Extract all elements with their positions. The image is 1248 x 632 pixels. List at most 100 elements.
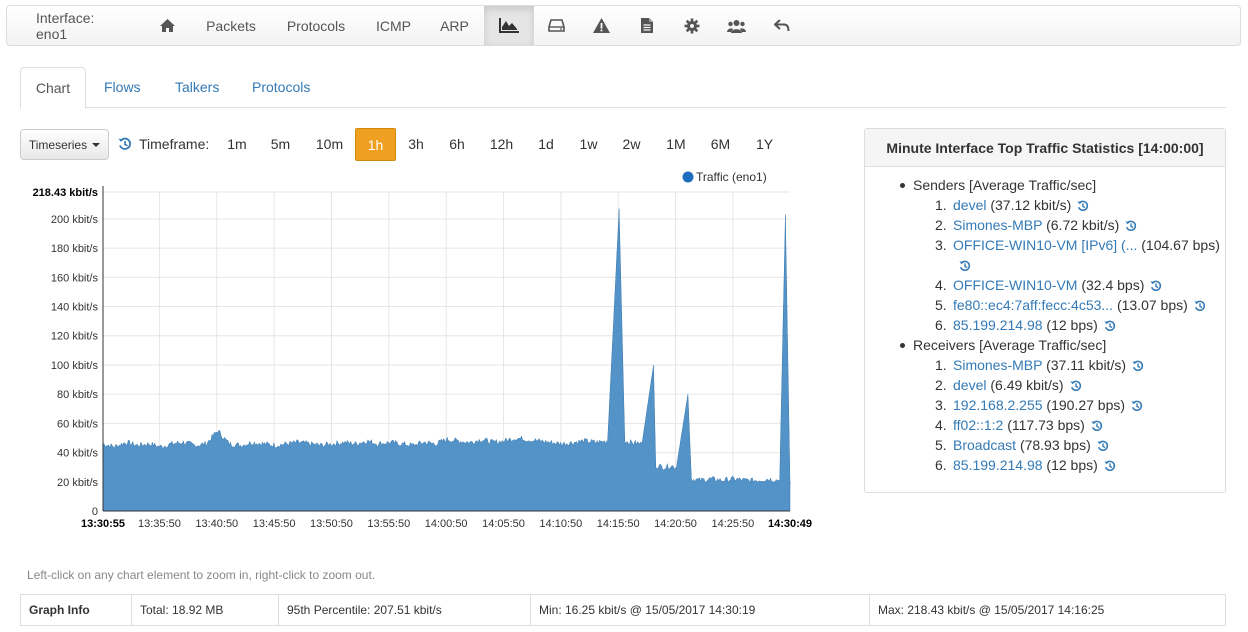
timeframe-5m[interactable]: 5m — [260, 128, 301, 161]
traffic-value: (32.4 bps) — [1081, 277, 1145, 293]
y-tick-label: 120 kbit/s — [51, 331, 99, 343]
history-icon[interactable] — [1125, 220, 1137, 232]
timeframe-6h[interactable]: 6h — [438, 128, 476, 161]
timeframe-12h[interactable]: 12h — [480, 128, 523, 161]
timeframe-1m[interactable]: 1m — [217, 128, 257, 161]
zoom-hint: Left-click on any chart element to zoom … — [27, 568, 376, 582]
nav-icmp[interactable]: ICMP — [362, 6, 425, 45]
history-icon[interactable] — [1069, 380, 1082, 392]
graph-info-max: Max: 218.43 kbit/s @ 15/05/2017 14:16:25 — [878, 603, 1105, 617]
nav-packets[interactable]: Packets — [192, 6, 270, 45]
host-link[interactable]: Simones-MBP — [953, 217, 1042, 233]
traffic-value: (190.27 bps) — [1046, 397, 1126, 413]
host-link[interactable]: 85.199.214.98 — [953, 457, 1043, 473]
history-icon[interactable] — [959, 260, 971, 272]
nav-reports[interactable] — [624, 6, 669, 45]
timeframe-1h[interactable]: 1h — [355, 128, 396, 161]
nav-alerts[interactable] — [579, 6, 624, 45]
host-link[interactable]: Broadcast — [953, 437, 1016, 453]
x-tick-label: 14:05:50 — [482, 518, 525, 530]
receiver-item: 3. 192.168.2.255 (190.27 bps) — [865, 395, 1225, 415]
senders-title: Senders [Average Traffic/sec] — [865, 175, 1225, 195]
host-link[interactable]: devel — [953, 377, 986, 393]
receivers-list: 1. Simones-MBP (37.11 kbit/s) 2. devel (6.4… — [865, 355, 1225, 475]
traffic-chart-svg[interactable]: 0 20 kbit/s 40 kbit/s 60 kbit/s 80 kbit/s 100… — [18, 168, 818, 538]
sender-item: 2. Simones-MBP (6.72 kbit/s) — [865, 215, 1225, 235]
timeseries-label: Timeseries — [28, 137, 88, 152]
rank-number: 4. — [935, 417, 947, 433]
interface-label[interactable]: Interface: eno1 — [7, 6, 142, 45]
nav-arp[interactable]: ARP — [425, 6, 484, 45]
history-icon[interactable] — [1131, 400, 1143, 412]
tab-flows[interactable]: Flows — [88, 67, 157, 108]
host-link[interactable]: 192.168.2.255 — [953, 397, 1043, 413]
senders-list: 1. devel (37.12 kbit/s) 2. Simones-MBP (6.7… — [865, 195, 1225, 335]
sender-item: 3. OFFICE-WIN10-VM [IPv6] (... (104.67 bp… — [865, 235, 1220, 275]
legend-swatch — [682, 171, 694, 183]
history-icon[interactable] — [1077, 200, 1089, 212]
top-traffic-stats-panel: Minute Interface Top Traffic Statistics … — [864, 128, 1226, 493]
document-icon — [640, 18, 653, 33]
timeframe-10m[interactable]: 10m — [307, 128, 352, 161]
history-icon[interactable] — [1150, 280, 1162, 292]
x-tick-label: 13:50:50 — [310, 518, 353, 530]
nav-disk[interactable] — [534, 6, 579, 45]
rank-number: 6. — [935, 457, 947, 473]
history-icon[interactable] — [1132, 360, 1144, 372]
traffic-value: (78.93 bps) — [1019, 437, 1091, 453]
view-tabs: Chart Flows Talkers Protocols — [20, 67, 1226, 109]
top-navbar: Interface: eno1 Packets Protocols ICMP A… — [6, 5, 1241, 46]
timeframe-1d[interactable]: 1d — [527, 128, 565, 161]
y-tick-label: 180 kbit/s — [51, 243, 99, 255]
y-tick-label: 218.43 kbit/s — [33, 187, 98, 199]
rank-number: 5. — [935, 297, 947, 313]
nav-home[interactable] — [142, 6, 192, 45]
tab-protocols[interactable]: Protocols — [236, 67, 326, 108]
history-icon[interactable] — [1104, 460, 1116, 472]
host-link[interactable]: OFFICE-WIN10-VM [IPv6] (... — [953, 237, 1137, 253]
legend-label[interactable]: Traffic (eno1) — [696, 170, 767, 184]
sender-item: 1. devel (37.12 kbit/s) — [865, 195, 1225, 215]
stats-panel-title: Minute Interface Top Traffic Statistics … — [865, 129, 1225, 167]
history-icon[interactable] — [1194, 300, 1206, 312]
timeframe-label: Timeframe: — [139, 136, 210, 152]
host-link[interactable]: fe80::ec4:7aff:fecc:4c53... — [953, 297, 1113, 313]
timeframe-6M[interactable]: 6M — [701, 128, 740, 161]
tab-chart[interactable]: Chart — [20, 67, 86, 109]
tab-talkers[interactable]: Talkers — [159, 67, 235, 108]
nav-back[interactable] — [759, 6, 804, 45]
reply-icon — [773, 19, 789, 32]
nav-settings[interactable] — [669, 6, 714, 45]
graph-info-percentile: 95th Percentile: 207.51 kbit/s — [279, 595, 531, 625]
traffic-chart[interactable]: 0 20 kbit/s 40 kbit/s 60 kbit/s 80 kbit/s 100… — [18, 168, 818, 538]
traffic-value: (37.12 kbit/s) — [990, 197, 1072, 213]
nav-protocols[interactable]: Protocols — [270, 6, 362, 45]
x-tick-label: 13:35:50 — [138, 518, 181, 530]
rank-number: 5. — [935, 437, 947, 453]
host-link[interactable]: Simones-MBP — [953, 357, 1042, 373]
caret-down-icon — [92, 142, 101, 147]
traffic-value: (13.07 bps) — [1116, 297, 1188, 313]
host-link[interactable]: 85.199.214.98 — [953, 317, 1043, 333]
y-tick-label: 140 kbit/s — [51, 302, 99, 314]
rank-number: 4. — [935, 277, 947, 293]
history-icon[interactable] — [1104, 320, 1116, 332]
host-link[interactable]: devel — [953, 197, 986, 213]
receiver-item: 2. devel (6.49 kbit/s) — [865, 375, 1225, 395]
timeseries-dropdown[interactable]: Timeseries — [20, 129, 109, 160]
y-tick-label: 100 kbit/s — [51, 360, 99, 372]
timeframe-1w[interactable]: 1w — [568, 128, 609, 161]
history-icon[interactable] — [118, 137, 132, 151]
host-link[interactable]: ff02::1:2 — [953, 417, 1003, 433]
host-link[interactable]: OFFICE-WIN10-VM — [953, 277, 1077, 293]
stats-panel-body: Senders [Average Traffic/sec] 1. devel (3… — [865, 167, 1225, 475]
history-icon[interactable] — [1091, 420, 1103, 432]
hard-drive-icon — [548, 19, 565, 32]
history-icon[interactable] — [1097, 440, 1109, 452]
nav-users[interactable] — [714, 6, 759, 45]
timeframe-2w[interactable]: 2w — [611, 128, 652, 161]
nav-historical-chart[interactable] — [484, 6, 534, 45]
timeframe-1Y[interactable]: 1Y — [745, 128, 784, 161]
timeframe-3h[interactable]: 3h — [397, 128, 435, 161]
timeframe-1M[interactable]: 1M — [656, 128, 696, 161]
